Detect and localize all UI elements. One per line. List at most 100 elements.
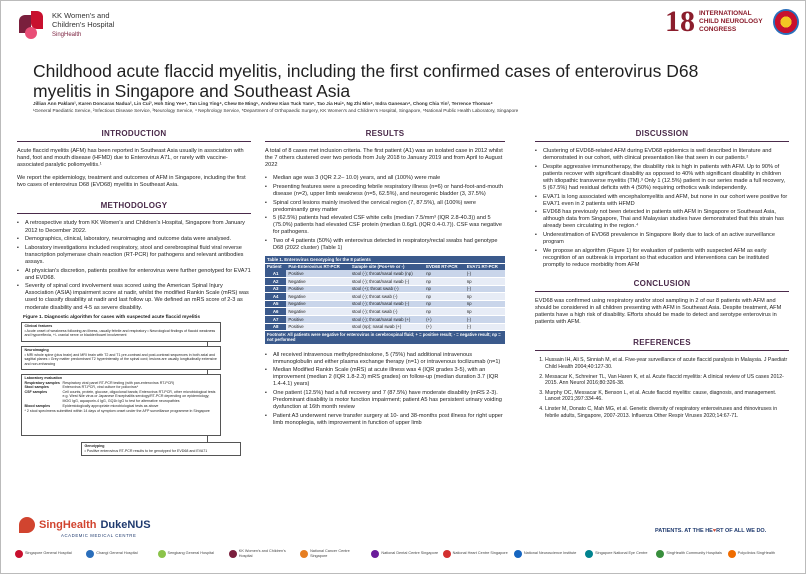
table-row: A4 Negative stool (-); throat swab (-) np np [265, 292, 505, 301]
dukenus-name: DukeNUS [100, 519, 151, 531]
author-names: Jillian Ann Paklam¹, Karen Doncaras Nadu… [33, 101, 493, 106]
institution-name: KK Women's and Children's Hospital [238, 549, 286, 558]
institution-logo-icon [15, 549, 23, 558]
institution-logo: National Neuroscience Institute [513, 549, 581, 558]
table-header: Patient [265, 263, 287, 271]
results-list-2: All received intravenous methylprednisol… [265, 352, 505, 427]
methodology-list: A retrospective study from KK Women's an… [17, 220, 251, 311]
institution-logo: Sengkang General Hospital [157, 549, 225, 558]
methodology-heading: METHODOLOGY [17, 201, 251, 215]
list-item: Laboratory investigations included respi… [17, 245, 251, 266]
right-column: DISCUSSION Clustering of EVD68-related A… [535, 129, 789, 422]
list-item: EVD68 has previously not been detected i… [535, 209, 789, 230]
congress-logo: 18 INTERNATIONAL CHILD NEUROLOGY CONGRES… [665, 7, 799, 37]
institution-logo-icon [442, 549, 451, 558]
list-item: Median age was 3 (IQR 2.2– 10.0) years, … [265, 175, 505, 182]
middle-column: RESULTS A total of 8 cases met inclusion… [265, 129, 505, 429]
author-affiliations: ¹General Paediatric Service, ²Infectious… [33, 107, 519, 113]
diagnostic-flowchart: Clinical features • Acute onset of weakn… [21, 321, 247, 460]
list-item: One patient (12.5%) had a full recovery … [265, 390, 505, 411]
poster-header: KK Women's and Children's Hospital SingH… [1, 1, 805, 61]
institution-logo-icon [371, 549, 380, 558]
institution-logo: National Dental Centre Singapore [371, 549, 438, 558]
list-item: Underestimation of EVD68 prevalence in S… [535, 232, 789, 246]
introduction-heading: INTRODUCTION [17, 129, 251, 142]
institution-name: Sengkang General Hospital [167, 551, 214, 556]
list-item: EVA71 is long associated with encephalom… [535, 194, 789, 208]
institution-logos: Singapore General Hospital Changi General… [15, 549, 795, 558]
institution-logo: National Heart Centre Singapore [442, 549, 510, 558]
singhealth-dukenus-logo: SingHealth DukeNUS [19, 517, 151, 533]
poster: KK Women's and Children's Hospital SingH… [0, 0, 806, 574]
list-item: At physician's discretion, patients posi… [17, 268, 251, 282]
results-list: Median age was 3 (IQR 2.2– 10.0) years, … [265, 175, 505, 252]
institution-name: Singapore National Eye Centre [595, 551, 648, 556]
congress-name: INTERNATIONAL CHILD NEUROLOGY CONGRESS [699, 10, 763, 33]
tagline: PATIENTS. AT THE HE♥RT OF ALL WE DO. [655, 528, 767, 534]
poster-footer: SingHealth DukeNUS ACADEMIC MEDICAL CENT… [1, 511, 805, 573]
table-row: A1 Positive stool (-); throat/nasal swab (… [265, 270, 505, 279]
list-item: Patient A3 underwent nerve transfer surg… [265, 413, 505, 427]
list-item: 5 (62.5%) patients had elevated CSF whit… [265, 215, 505, 236]
institution-logo-icon [585, 549, 594, 558]
reference-item: Hussain IH, Ali S, Sinniah M, et al. Fiv… [545, 357, 789, 370]
institution-name: SingHealth Community Hospitals [666, 551, 722, 556]
institution-logo-icon [300, 549, 309, 558]
figure-caption: Figure 1. Diagnostic algorithm for cases… [23, 314, 201, 320]
table-header: EVD68 RT-PCR [424, 263, 465, 271]
reference-item: Messacar K, Schreiner TL, Van Haren K, e… [545, 374, 789, 387]
authors-block: Jillian Ann Paklam¹, Karen Doncaras Nadu… [33, 101, 753, 114]
flow-box-laboratory: Laboratory evaluation Respiratory sample… [21, 373, 221, 436]
discussion-list: Clustering of EVD68-related AFM during E… [535, 148, 789, 269]
institution-name: Changi General Hospital [96, 551, 138, 556]
table-footnote: Footnote: All patients were negative for… [265, 331, 505, 344]
list-item: Spinal cord lesions mainly involved the … [265, 200, 505, 214]
flow-box-neuroimaging: Neuroimaging • MRI whole spine (plus bra… [21, 345, 221, 370]
results-p1: A total of 8 cases met inclusion criteri… [265, 148, 503, 169]
singhealth-name: SingHealth [39, 519, 97, 531]
table-row: A6 Negative stool (-); throat swab (-) np np [265, 307, 505, 316]
institution-name: Singapore General Hospital [25, 551, 72, 556]
introduction-p2: We report the epidemiology, treatment an… [17, 175, 246, 189]
institution-logo: Polyclinics SingHealth [727, 549, 795, 558]
conclusion-heading: CONCLUSION [535, 279, 789, 292]
dukenus-sub: ACADEMIC MEDICAL CENTRE [61, 533, 137, 538]
poster-title: Childhood acute flaccid myelitis, includ… [33, 61, 699, 101]
institution-logo-icon [157, 549, 166, 558]
institution-name: National Cancer Centre Singapore [310, 549, 350, 558]
list-item: Two of 4 patients (50%) with enterovirus… [265, 238, 505, 252]
table-header: Sample site (Pos+Ve or -) [349, 263, 425, 271]
list-item: Clustering of EVD68-related AFM during E… [535, 148, 789, 162]
singhealth-logo-icon [19, 517, 35, 533]
institution-name: Polyclinics SingHealth [737, 551, 776, 556]
list-item: Severity of spinal cord involvement was … [17, 283, 251, 311]
table-row: A5 Negative stool (-); throat/nasal swab (… [265, 300, 505, 309]
hospital-sub: SingHealth [52, 32, 82, 38]
table-row: A3 Positive stool (+); throat swab (-) np (-… [265, 285, 505, 294]
institution-logo-icon [727, 549, 736, 558]
results-heading: RESULTS [265, 129, 505, 142]
institution-logo: KK Women's and Children's Hospital [228, 549, 296, 558]
institution-name: National Heart Centre Singapore [452, 551, 508, 556]
table-row: A2 Negative stool (-); throat/nasal swab (… [265, 277, 505, 286]
kkh-logo: KK Women's and Children's Hospital SingH… [19, 11, 122, 41]
table-row: A7 Positive stool (-); throat/nasal swab (… [265, 315, 505, 324]
flow-box-genotyping: Genotyping • Positive enterovirus RT-PCR… [81, 441, 241, 456]
reference-item: Murphy OC, Messacar K, Benson L, et al. … [545, 390, 789, 403]
institution-logo-icon [513, 549, 522, 558]
introduction-p1: Acute flaccid myelitis (AFM) has been re… [17, 148, 244, 169]
list-item: Despite aggressive immunotherapy, the di… [535, 164, 789, 192]
congress-emblem-icon [773, 9, 799, 35]
institution-logo: Changi General Hospital [86, 549, 153, 558]
institution-logo: SingHealth Community Hospitals [656, 549, 723, 558]
references-heading: REFERENCES [535, 338, 789, 352]
institution-logo-icon [86, 549, 95, 558]
hospital-name: KK Women's and Children's Hospital [52, 11, 115, 29]
left-column: INTRODUCTION Acute flaccid myelitis (AFM… [17, 129, 251, 460]
kkh-logo-icon [19, 11, 47, 41]
institution-logo-icon [656, 549, 665, 558]
list-item: We propose an algorithm (Figure 1) for e… [535, 248, 789, 269]
congress-number: 18 [665, 5, 695, 38]
list-item: Demographics, clinical, laboratory, neur… [17, 236, 251, 243]
references-list: Hussain IH, Ali S, Sinniah M, et al. Fiv… [535, 357, 789, 419]
